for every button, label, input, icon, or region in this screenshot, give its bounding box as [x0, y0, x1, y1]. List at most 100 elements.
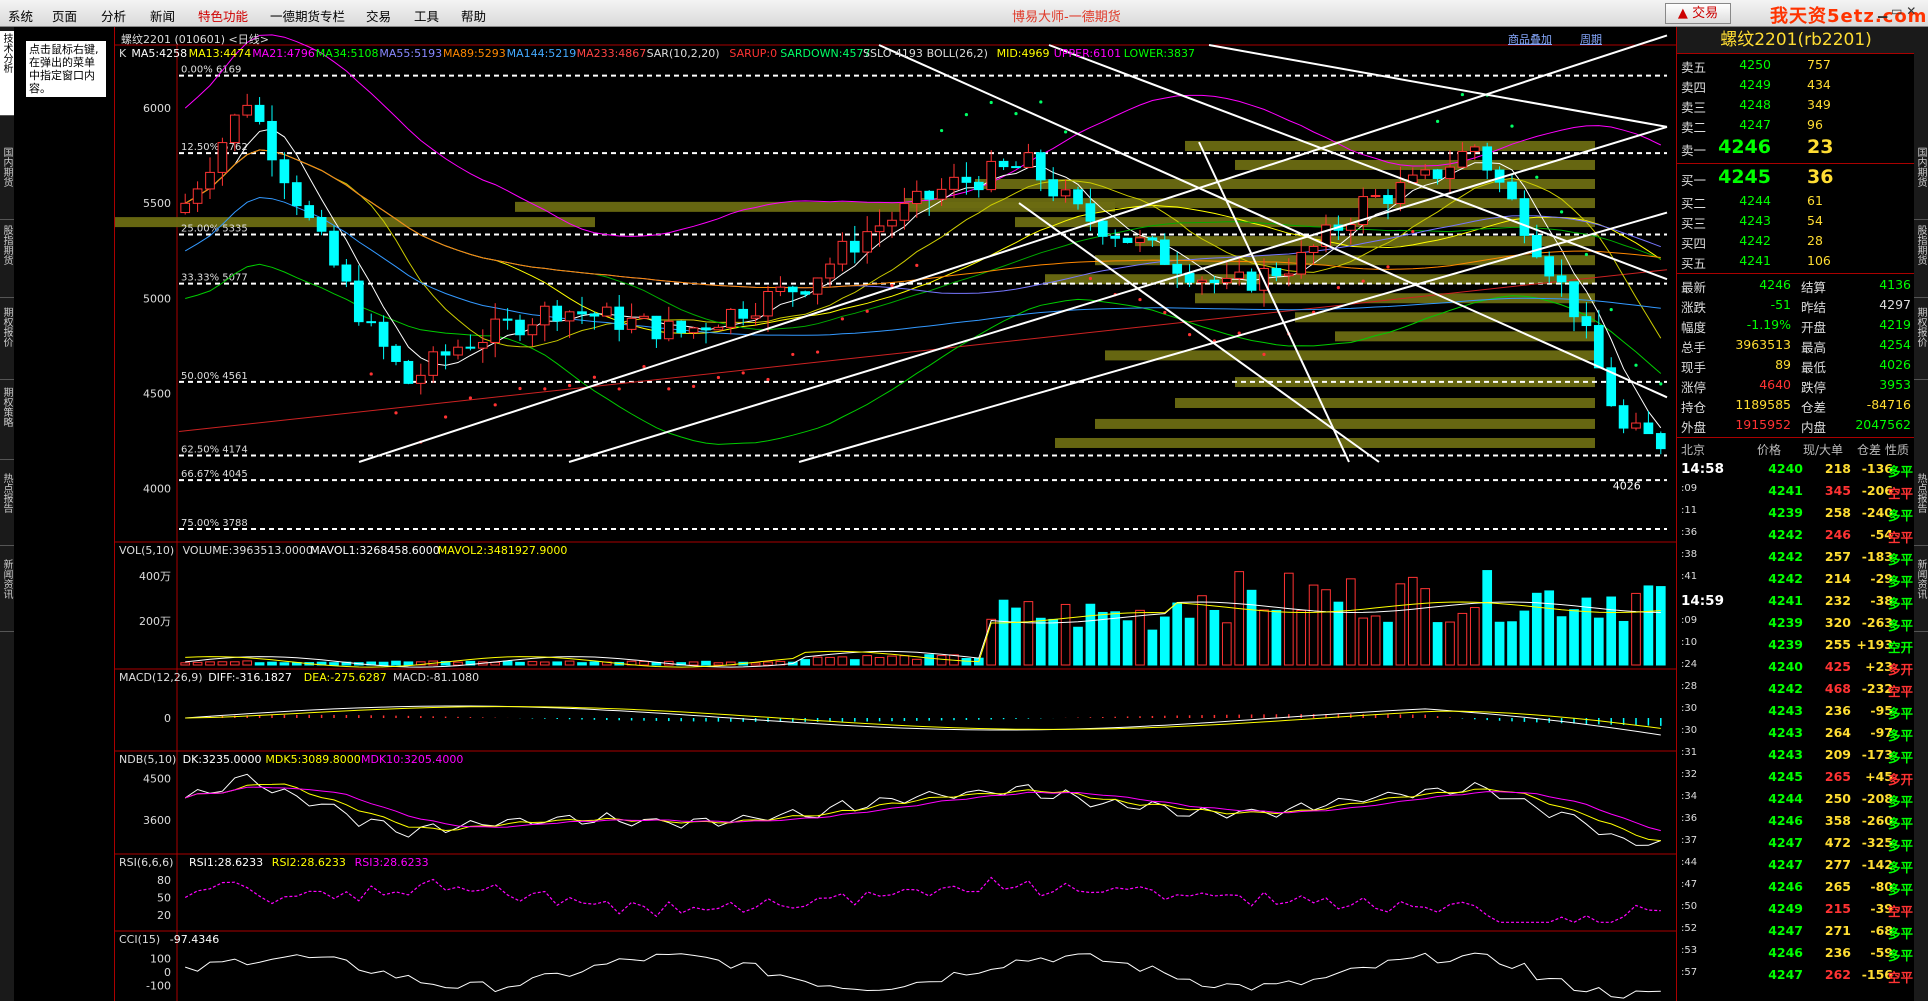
stat-label: 跌停 — [1801, 380, 1827, 395]
tick-row[interactable]: :47 4246 265 -80 多平 — [1677, 877, 1915, 899]
tick-row[interactable]: :36 4246 358 -260 多平 — [1677, 811, 1915, 833]
tick-row[interactable]: :57 4247 262 -156 空平 — [1677, 965, 1915, 987]
menu-features[interactable]: 特色功能 — [198, 6, 248, 25]
window-controls[interactable]: ▁ ▭ ✕ — [1878, 4, 1916, 18]
tick-volume: 265 — [1824, 879, 1851, 894]
tick-volume: 250 — [1824, 791, 1851, 806]
volume-bar — [180, 662, 191, 666]
menu-news[interactable]: 新闻 — [150, 6, 175, 25]
chart-canvas[interactable]: 0.00% 6169 12.50% 5762 25.00% 5335 33.33% 5… — [115, 27, 1677, 1001]
volume-bar — [1296, 609, 1307, 666]
volume-bar — [564, 660, 575, 666]
tick-row[interactable]: :10 4239 255 +193 空开 — [1677, 635, 1915, 657]
tick-row[interactable]: :38 4242 257 -183 多平 — [1677, 547, 1915, 569]
candle-body — [1135, 237, 1145, 243]
tick-row[interactable]: :30 4243 264 -97 多平 — [1677, 723, 1915, 745]
right-tab-hot-reports[interactable]: 热点报告 — [1914, 471, 1928, 546]
volume-bar — [1618, 620, 1629, 666]
menu-analysis[interactable]: 分析 — [101, 6, 126, 25]
volume-bar — [849, 659, 860, 666]
main-indicator-text: UPPER:6101 — [1054, 47, 1121, 60]
minimize-icon[interactable]: ▁ — [1878, 4, 1887, 18]
tab-hot-reports[interactable]: 热点报告 — [0, 471, 14, 546]
right-tab-domestic-futures[interactable]: 国内期货 — [1914, 145, 1928, 220]
tab-index-futures[interactable]: 股指期货 — [0, 223, 14, 298]
tick-time: :24 — [1681, 659, 1698, 670]
candle-body — [1011, 166, 1021, 169]
tick-row[interactable]: :30 4243 236 -95 多平 — [1677, 701, 1915, 723]
menu-tools[interactable]: 工具 — [414, 6, 439, 25]
tick-row[interactable]: :24 4240 425 +23 多开 — [1677, 657, 1915, 679]
tab-option-quotes[interactable]: 期权报价 — [0, 305, 14, 380]
tick-row[interactable]: :28 4242 468 -232 空平 — [1677, 679, 1915, 701]
right-tab-news[interactable]: 新闻资讯 — [1914, 557, 1928, 632]
candle-body — [1110, 235, 1121, 239]
tick-row[interactable]: :09 4239 320 -263 多平 — [1677, 613, 1915, 635]
volume-bar — [1544, 590, 1555, 666]
tab-domestic-futures[interactable]: 国内期货 — [0, 145, 14, 220]
tick-row[interactable]: :31 4243 209 -173 多平 — [1677, 745, 1915, 767]
menu-help[interactable]: 帮助 — [461, 6, 486, 25]
candle-body — [1035, 152, 1046, 181]
stat-value: 4640 — [1759, 377, 1791, 392]
tick-header-cell: 性质 — [1885, 443, 1910, 457]
candle-body — [1283, 273, 1294, 277]
tick-price: 4242 — [1768, 571, 1803, 586]
tick-volume: 215 — [1824, 901, 1851, 916]
price-tick-label: 5500 — [143, 197, 171, 210]
right-tab-index-futures[interactable]: 股指期货 — [1914, 223, 1928, 298]
menu-column[interactable]: 一德期货专栏 — [270, 6, 345, 25]
tick-nature: 空平 — [1887, 530, 1913, 545]
tick-row[interactable]: 14:58 4240 218 -136 多平 — [1677, 459, 1915, 481]
candle-body — [205, 171, 215, 190]
tick-time: 14:58 — [1681, 461, 1724, 477]
tick-row[interactable]: :09 4241 345 -206 空平 — [1677, 481, 1915, 503]
tick-row[interactable]: :34 4244 250 -208 多平 — [1677, 789, 1915, 811]
tick-row[interactable]: :32 4245 265 +45 多开 — [1677, 767, 1915, 789]
close-icon[interactable]: ✕ — [1906, 4, 1916, 18]
tick-nature: 空平 — [1887, 486, 1913, 501]
tab-option-strategy[interactable]: 期权策略 — [0, 385, 14, 460]
price-tick-label: 4000 — [143, 483, 171, 496]
tick-row[interactable]: :41 4242 214 -29 多平 — [1677, 569, 1915, 591]
stat-value: 4026 — [1879, 357, 1911, 372]
tick-row[interactable]: :44 4247 277 -142 多平 — [1677, 855, 1915, 877]
tick-price: 4245 — [1768, 769, 1803, 784]
candle-body — [1345, 224, 1356, 231]
period-button[interactable]: 周期 — [1580, 33, 1602, 46]
menu-system[interactable]: 系统 — [8, 6, 33, 25]
tick-row[interactable]: :36 4242 246 -54 空平 — [1677, 525, 1915, 547]
menu-bar: 系统 页面 分析 新闻 特色功能 一德期货专栏 交易 工具 帮助 博易大师-一德… — [0, 0, 1928, 27]
stat-value: 1915952 — [1735, 417, 1791, 432]
volume-bar — [1271, 609, 1282, 666]
menu-page[interactable]: 页面 — [52, 6, 77, 25]
sar-dot — [716, 375, 721, 380]
tick-row[interactable]: :53 4246 236 -59 多平 — [1677, 943, 1915, 965]
sar-dot — [543, 387, 547, 391]
ndb-indicator-text: NDB(5,10) — [119, 753, 176, 766]
candle-body — [800, 291, 811, 295]
trade-button[interactable]: ▲ 交易 — [1665, 3, 1731, 24]
tick-price: 4247 — [1768, 923, 1803, 938]
tick-nature: 空平 — [1887, 970, 1913, 985]
tab-news[interactable]: 新闻资讯 — [0, 557, 14, 632]
menu-trade[interactable]: 交易 — [366, 6, 391, 25]
tick-row[interactable]: :52 4247 271 -68 多平 — [1677, 921, 1915, 943]
overlay-button[interactable]: 商品叠加 — [1508, 33, 1552, 46]
candle-body — [1048, 179, 1059, 197]
stat-row: 最新 4246 结算 4136 — [1677, 275, 1915, 295]
restore-icon[interactable]: ▭ — [1891, 4, 1902, 18]
right-tab-option-quotes[interactable]: 期权报价 — [1914, 305, 1928, 380]
candle-body — [1073, 189, 1083, 205]
candle-body — [614, 306, 625, 330]
tick-row[interactable]: :50 4249 215 -39 空平 — [1677, 899, 1915, 921]
bid-volume: 106 — [1807, 253, 1831, 268]
volume-bar — [1655, 586, 1666, 666]
ask-label: 卖二 — [1681, 120, 1707, 135]
tab-technical-analysis[interactable]: 技术分析 — [0, 31, 14, 116]
tick-row[interactable]: 14:59 4241 232 -38 多平 — [1677, 591, 1915, 613]
tick-row[interactable]: :11 4239 258 -240 多平 — [1677, 503, 1915, 525]
chart-area[interactable]: 0.00% 6169 12.50% 5762 25.00% 5335 33.33% 5… — [114, 27, 1677, 1001]
tick-row[interactable]: :37 4247 472 -325 多平 — [1677, 833, 1915, 855]
tick-header-cell: 北京 — [1681, 443, 1706, 457]
